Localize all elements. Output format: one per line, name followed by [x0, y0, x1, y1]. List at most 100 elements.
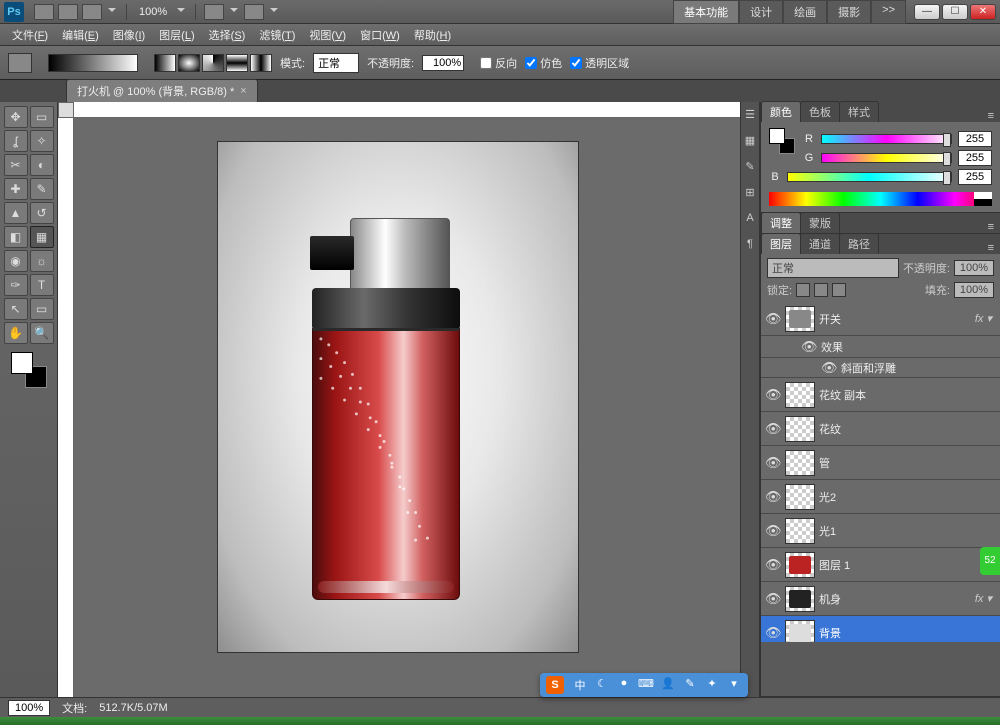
b-value[interactable]: 255 [958, 169, 992, 185]
gradient-preview[interactable] [48, 54, 138, 72]
ime-skin-icon[interactable]: ✎ [682, 677, 698, 693]
layer-row[interactable]: 👁光2 [761, 480, 1000, 514]
lock-pixels-icon[interactable] [796, 283, 810, 297]
panel-menu-icon[interactable]: ≡ [982, 221, 1000, 233]
ime-punct-icon[interactable]: ● [616, 677, 632, 693]
ime-keyboard-icon[interactable]: ⌨ [638, 677, 654, 693]
current-tool-icon[interactable] [8, 53, 32, 73]
layer-thumbnail[interactable] [785, 306, 815, 332]
layer-row[interactable]: 👁斜面和浮雕 [761, 358, 1000, 378]
layer-name[interactable]: 背景 [819, 625, 996, 641]
fx-badge[interactable]: fx ▾ [975, 312, 996, 325]
workspace-tab-painting[interactable]: 绘画 [783, 0, 827, 24]
layer-fill-input[interactable]: 100% [954, 282, 994, 298]
opacity-input[interactable]: 100% [422, 55, 464, 71]
document-tab[interactable]: 打火机 @ 100% (背景, RGB/8) * × [66, 79, 258, 102]
clone-panel-icon[interactable]: ⊞ [743, 186, 757, 200]
move-tool[interactable]: ✥ [4, 106, 28, 128]
tab-color[interactable]: 颜色 [761, 101, 801, 122]
brush-tool[interactable]: ✎ [30, 178, 54, 200]
lock-position-icon[interactable] [814, 283, 828, 297]
heal-tool[interactable]: ✚ [4, 178, 28, 200]
layer-row[interactable]: 👁管 [761, 446, 1000, 480]
layer-thumbnail[interactable] [785, 484, 815, 510]
path-tool[interactable]: ↖ [4, 298, 28, 320]
shape-tool[interactable]: ▭ [30, 298, 54, 320]
menu-help[interactable]: 帮助(H) [408, 25, 457, 45]
menu-view[interactable]: 视图(V) [303, 25, 352, 45]
layer-name[interactable]: 花纹 副本 [819, 387, 996, 403]
menu-layer[interactable]: 图层(L) [153, 25, 200, 45]
layer-row[interactable]: 👁图层 1 [761, 548, 1000, 582]
marquee-tool[interactable]: ▭ [30, 106, 54, 128]
ime-tool-icon[interactable]: ✦ [704, 677, 720, 693]
layer-thumbnail[interactable] [785, 552, 815, 578]
color-swatches[interactable] [11, 352, 47, 388]
menu-window[interactable]: 窗口(W) [354, 25, 406, 45]
dodge-tool[interactable]: ☼ [30, 250, 54, 272]
g-slider[interactable] [821, 153, 952, 163]
chevron-down-icon[interactable] [108, 8, 116, 16]
history-panel-icon[interactable]: ☰ [743, 108, 757, 122]
visibility-icon[interactable]: 👁 [765, 625, 781, 641]
eyedropper-tool[interactable]: ◐ [30, 154, 54, 176]
menu-select[interactable]: 选择(S) [203, 25, 252, 45]
ime-moon-icon[interactable]: ☾ [594, 677, 610, 693]
r-slider[interactable] [821, 134, 952, 144]
layer-name[interactable]: 光1 [819, 523, 996, 539]
horizontal-ruler[interactable] [74, 102, 740, 118]
layer-opacity-input[interactable]: 100% [954, 260, 994, 276]
type-tool[interactable]: T [30, 274, 54, 296]
layer-name[interactable]: 机身 [819, 591, 971, 607]
hand-tool[interactable]: ✋ [4, 322, 28, 344]
layer-blend-select[interactable]: 正常 [767, 258, 899, 278]
bridge-icon[interactable] [34, 4, 54, 20]
layer-thumbnail[interactable] [785, 382, 815, 408]
fg-color-chip[interactable] [769, 128, 785, 144]
gradient-reflected-button[interactable] [226, 54, 248, 72]
workspace-tab-design[interactable]: 设计 [739, 0, 783, 24]
blend-mode-select[interactable]: 正常 [313, 53, 359, 73]
wand-tool[interactable]: ✧ [30, 130, 54, 152]
gradient-angle-button[interactable] [202, 54, 224, 72]
stamp-tool[interactable]: ▲ [4, 202, 28, 224]
layer-row[interactable]: 👁花纹 副本 [761, 378, 1000, 412]
ime-logo-icon[interactable]: S [546, 676, 564, 694]
layer-thumbnail[interactable] [785, 586, 815, 612]
zoom-tool[interactable]: 🔍 [30, 322, 54, 344]
minibridge-icon[interactable] [58, 4, 78, 20]
layer-name[interactable]: 图层 1 [819, 557, 996, 573]
layer-row[interactable]: 👁机身fx ▾ [761, 582, 1000, 616]
layer-name[interactable]: 斜面和浮雕 [841, 360, 996, 376]
menu-edit[interactable]: 编辑(E) [56, 25, 105, 45]
close-tab-icon[interactable]: × [240, 85, 246, 97]
history-brush-tool[interactable]: ↺ [30, 202, 54, 224]
workspace-tab-essentials[interactable]: 基本功能 [673, 0, 739, 24]
workspace-tab-photography[interactable]: 摄影 [827, 0, 871, 24]
gradient-linear-button[interactable] [154, 54, 176, 72]
layer-thumbnail[interactable] [785, 416, 815, 442]
arrange-icon[interactable] [244, 4, 264, 20]
window-close-button[interactable]: ✕ [970, 4, 996, 20]
lasso-tool[interactable]: ʆ [4, 130, 28, 152]
canvas-area[interactable] [58, 102, 740, 697]
ime-menu-icon[interactable]: ▾ [726, 677, 742, 693]
visibility-icon[interactable]: 👁 [765, 311, 781, 327]
document-canvas[interactable] [218, 142, 578, 652]
color-spectrum[interactable] [769, 192, 992, 206]
visibility-icon[interactable]: 👁 [765, 591, 781, 607]
menu-filter[interactable]: 滤镜(T) [253, 25, 301, 45]
menu-file[interactable]: 文件(F) [6, 25, 54, 45]
pen-tool[interactable]: ✑ [4, 274, 28, 296]
hand-icon[interactable] [204, 4, 224, 20]
brush-panel-icon[interactable]: ✎ [743, 160, 757, 174]
ime-lang[interactable]: 中 [572, 677, 588, 693]
reverse-checkbox[interactable]: 反向 [480, 55, 517, 71]
menu-image[interactable]: 图像(I) [107, 25, 151, 45]
visibility-icon[interactable]: 👁 [765, 455, 781, 471]
layer-row[interactable]: 👁效果 [761, 336, 1000, 358]
zoom-level[interactable]: 100% [133, 6, 173, 18]
chevron-down-icon[interactable] [230, 8, 238, 16]
b-slider[interactable] [787, 172, 952, 182]
panel-menu-icon[interactable]: ≡ [982, 242, 1000, 254]
